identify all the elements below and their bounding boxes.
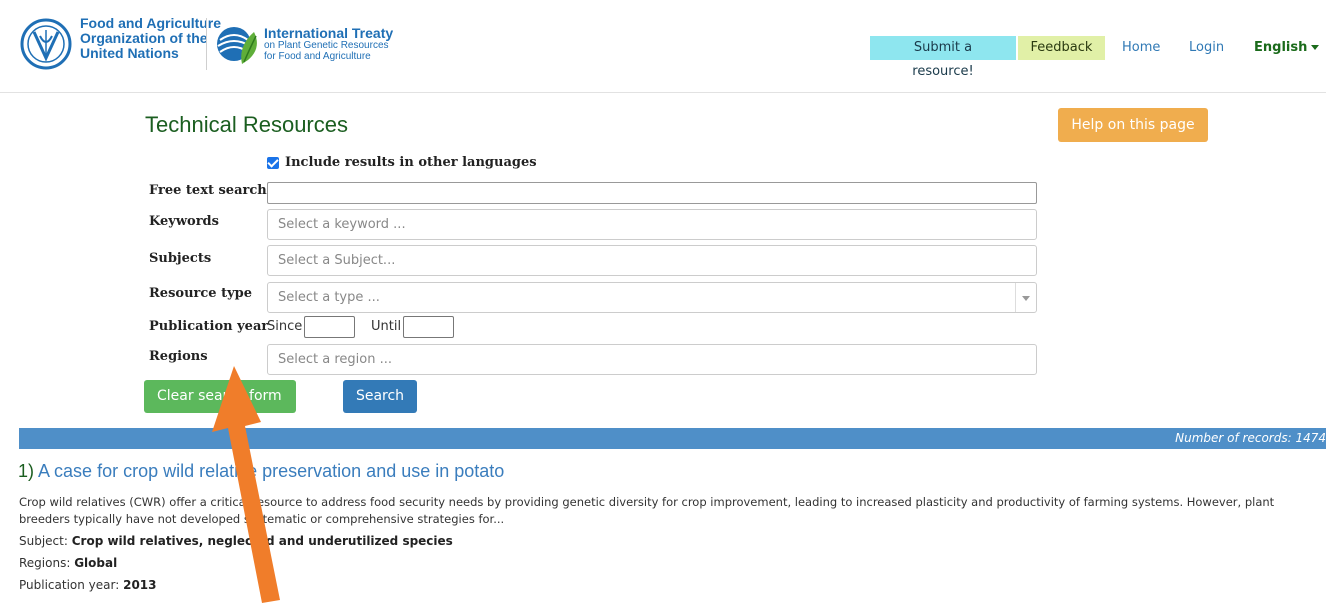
since-year-input[interactable] [304,316,355,338]
dropdown-arrow-icon[interactable] [1015,283,1036,312]
resource-type-placeholder: Select a type ... [278,290,380,305]
treaty-logo-icon[interactable] [212,16,264,72]
language-label: English [1254,40,1308,55]
feedback-button[interactable]: Feedback [1018,36,1105,60]
nav-login-link[interactable]: Login [1189,36,1224,60]
result-year-label: Publication year: [19,578,120,592]
checkbox-checked-icon[interactable] [267,156,279,169]
include-languages-checkbox-row[interactable]: Include results in other languages [267,155,537,170]
fao-name[interactable]: Food and Agriculture Organization of the… [80,16,221,61]
result-subject-value: Crop wild relatives, neglected and under… [71,534,453,548]
help-button[interactable]: Help on this page [1058,108,1208,142]
result-subject: Subject: Crop wild relatives, neglected … [19,534,453,548]
keywords-input[interactable]: Select a keyword ... [267,209,1037,240]
language-dropdown[interactable]: English [1254,36,1320,60]
regions-input[interactable]: Select a region ... [267,344,1037,375]
until-year-input[interactable] [403,316,454,338]
keywords-placeholder: Select a keyword ... [278,217,406,232]
page-title: Technical Resources [145,112,348,137]
subjects-label: Subjects [149,251,212,266]
site-header: Food and Agriculture Organization of the… [0,0,1326,93]
regions-label: Regions [149,349,208,364]
treaty-subtitle-2: for Food and Agriculture [264,51,371,62]
keywords-label: Keywords [149,214,219,229]
caret-down-icon [1311,45,1320,50]
fao-line-1: Food and Agriculture [80,15,222,31]
treaty-subtitle-1: on Plant Genetic Resources [264,40,389,51]
fao-line-2: Organization of the [80,30,208,46]
fao-line-3: United Nations [80,45,179,61]
regions-placeholder: Select a region ... [278,352,392,367]
subjects-input[interactable]: Select a Subject... [267,245,1037,276]
free-text-input[interactable] [267,182,1037,204]
publication-year-label: Publication year [149,319,269,334]
since-label: Since [267,319,303,334]
result-subject-label: Subject: [19,534,68,548]
free-text-label: Free text search [149,183,267,198]
nav-home-link[interactable]: Home [1122,36,1160,60]
resource-type-label: Resource type [149,286,252,301]
fao-logo-icon[interactable] [20,18,72,70]
header-divider [206,18,207,70]
records-count: Number of records: 1474 [1175,431,1326,445]
result-regions: Regions: Global [19,556,117,570]
result-title-link[interactable]: 1) A case for crop wild relative preserv… [18,461,504,482]
until-label: Until [371,319,402,334]
result-year-value: 2013 [123,578,157,592]
treaty-title: International Treaty [264,25,394,41]
include-languages-label: Include results in other languages [285,155,537,170]
result-regions-value: Global [74,556,118,570]
result-year: Publication year: 2013 [19,578,157,592]
subjects-placeholder: Select a Subject... [278,253,396,268]
clear-search-button[interactable]: Clear search form [144,380,296,413]
treaty-name[interactable]: International Treaty on Plant Genetic Re… [264,26,393,62]
search-button[interactable]: Search [343,380,417,413]
result-title: A case for crop wild relative preservati… [38,461,505,481]
submit-resource-button[interactable]: Submit a resource! [870,36,1016,79]
resource-type-select[interactable]: Select a type ... [267,282,1037,313]
result-regions-label: Regions: [19,556,71,570]
results-bar: Number of records: 1474 [19,428,1326,449]
result-number: 1) [18,461,35,481]
result-description: Crop wild relatives (CWR) offer a critic… [19,495,1275,526]
